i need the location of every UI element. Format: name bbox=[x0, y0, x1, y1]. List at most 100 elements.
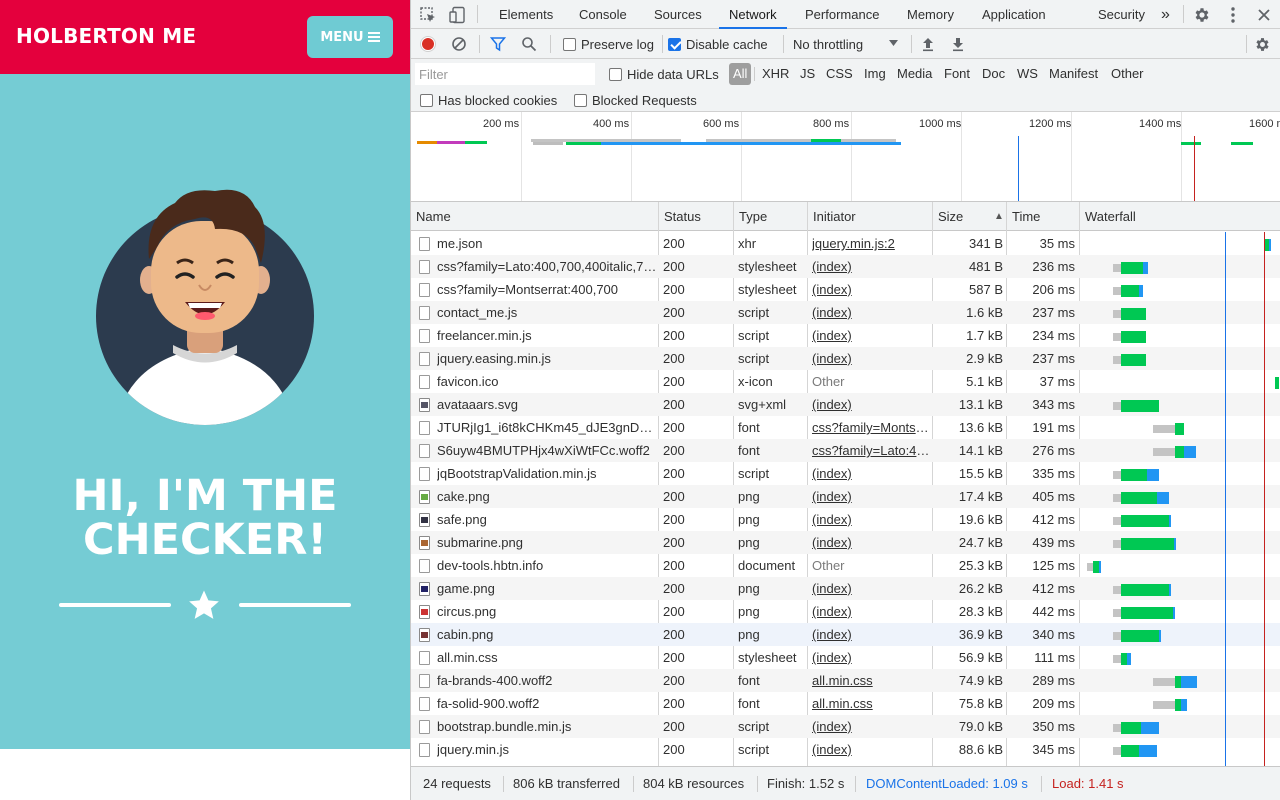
table-row[interactable]: safe.png 200 png (index) 19.6 kB 412 ms bbox=[411, 508, 1280, 531]
table-row[interactable]: avataaars.svg 200 svg+xml (index) 13.1 kB 343… bbox=[411, 393, 1280, 416]
filter-type-ws[interactable]: WS bbox=[1014, 63, 1041, 85]
import-har-button[interactable] bbox=[921, 34, 935, 54]
table-row[interactable]: me.json 200 xhr jquery.min.js:2 341 B 35 ms bbox=[411, 232, 1280, 255]
disable-cache-box[interactable] bbox=[668, 37, 681, 51]
request-initiator[interactable]: (index) bbox=[812, 485, 930, 508]
request-name[interactable]: css?family=Lato:400,700,400italic,700ita… bbox=[437, 255, 657, 278]
tab-security[interactable]: Security bbox=[1088, 0, 1155, 29]
request-name[interactable]: fa-brands-400.woff2 bbox=[437, 669, 657, 692]
filter-type-other[interactable]: Other bbox=[1108, 63, 1147, 85]
has-blocked-cookies-checkbox[interactable]: Has blocked cookies bbox=[420, 89, 557, 111]
request-initiator[interactable]: (index) bbox=[812, 531, 930, 554]
column-header-name[interactable]: Name bbox=[411, 202, 451, 231]
request-initiator[interactable]: (index) bbox=[812, 393, 930, 416]
table-row[interactable]: css?family=Montserrat:400,700 200 styleshe… bbox=[411, 278, 1280, 301]
request-name[interactable]: safe.png bbox=[437, 508, 657, 531]
device-toolbar-icon[interactable] bbox=[447, 4, 469, 26]
blocked-requests-box[interactable] bbox=[574, 93, 587, 107]
request-name[interactable]: all.min.css bbox=[437, 646, 657, 669]
filter-type-xhr[interactable]: XHR bbox=[759, 63, 792, 85]
settings-gear-icon[interactable] bbox=[1191, 4, 1213, 26]
network-settings-button[interactable] bbox=[1254, 34, 1271, 54]
request-initiator[interactable]: (index) bbox=[812, 600, 930, 623]
table-row[interactable]: dev-tools.hbtn.info 200 document Other 25.3 … bbox=[411, 554, 1280, 577]
blocked-requests-checkbox[interactable]: Blocked Requests bbox=[574, 89, 697, 111]
request-initiator[interactable]: (index) bbox=[812, 255, 930, 278]
request-name[interactable]: favicon.ico bbox=[437, 370, 657, 393]
request-name[interactable]: submarine.png bbox=[437, 531, 657, 554]
request-initiator[interactable]: all.min.css bbox=[812, 692, 930, 715]
request-initiator[interactable]: (index) bbox=[812, 508, 930, 531]
search-button[interactable] bbox=[521, 34, 537, 54]
request-name[interactable]: css?family=Montserrat:400,700 bbox=[437, 278, 657, 301]
table-row[interactable]: jquery.easing.min.js 200 script (index) 2.9 … bbox=[411, 347, 1280, 370]
hide-data-urls-checkbox[interactable]: Hide data URLs bbox=[609, 63, 719, 85]
filter-type-manifest[interactable]: Manifest bbox=[1046, 63, 1101, 85]
request-initiator[interactable]: (index) bbox=[812, 324, 930, 347]
column-header-type[interactable]: Type bbox=[734, 202, 767, 231]
request-name[interactable]: jquery.min.js bbox=[437, 738, 657, 761]
inspect-element-icon[interactable] bbox=[417, 4, 439, 26]
request-name[interactable]: cabin.png bbox=[437, 623, 657, 646]
close-devtools-icon[interactable] bbox=[1253, 4, 1275, 26]
column-header-size[interactable]: Size bbox=[933, 202, 963, 231]
column-header-initiator[interactable]: Initiator bbox=[808, 202, 856, 231]
tab-console[interactable]: Console bbox=[569, 0, 637, 29]
network-overview-timeline[interactable]: 200 ms 400 ms 600 ms 800 ms 1000 ms 1200… bbox=[411, 112, 1280, 202]
table-row[interactable]: S6uyw4BMUTPHjx4wXiWtFCc.woff2 200 font css?… bbox=[411, 439, 1280, 462]
filter-type-img[interactable]: Img bbox=[861, 63, 889, 85]
filter-toggle-button[interactable] bbox=[490, 34, 506, 54]
request-initiator[interactable]: (index) bbox=[812, 715, 930, 738]
request-name[interactable]: fa-solid-900.woff2 bbox=[437, 692, 657, 715]
tab-performance[interactable]: Performance bbox=[795, 0, 889, 29]
table-row[interactable]: submarine.png 200 png (index) 24.7 kB 439 ms bbox=[411, 531, 1280, 554]
column-header-waterfall[interactable]: Waterfall bbox=[1080, 202, 1136, 231]
table-row[interactable]: freelancer.min.js 200 script (index) 1.7 kB 2… bbox=[411, 324, 1280, 347]
filter-type-js[interactable]: JS bbox=[797, 63, 818, 85]
table-row[interactable]: bootstrap.bundle.min.js 200 script (index) 7… bbox=[411, 715, 1280, 738]
filter-type-doc[interactable]: Doc bbox=[979, 63, 1008, 85]
request-name[interactable]: circus.png bbox=[437, 600, 657, 623]
tab-elements[interactable]: Elements bbox=[489, 0, 563, 29]
preserve-log-box[interactable] bbox=[563, 37, 576, 51]
table-row[interactable]: jquery.min.js 200 script (index) 88.6 kB 345 … bbox=[411, 738, 1280, 761]
table-row[interactable]: game.png 200 png (index) 26.2 kB 412 ms bbox=[411, 577, 1280, 600]
table-row[interactable]: fa-solid-900.woff2 200 font all.min.css 75.8… bbox=[411, 692, 1280, 715]
request-name[interactable]: jquery.easing.min.js bbox=[437, 347, 657, 370]
request-name[interactable]: JTURjIg1_i6t8kCHKm45_dJE3gnD_vx3rCs.woff… bbox=[437, 416, 657, 439]
filter-type-all[interactable]: All bbox=[729, 63, 752, 85]
menu-button[interactable]: MENU bbox=[307, 16, 393, 58]
request-initiator[interactable]: (index) bbox=[812, 738, 930, 761]
tab-memory[interactable]: Memory bbox=[897, 0, 964, 29]
request-name[interactable]: me.json bbox=[437, 232, 657, 255]
tab-sources[interactable]: Sources bbox=[644, 0, 712, 29]
table-row[interactable]: jqBootstrapValidation.min.js 200 script (in… bbox=[411, 462, 1280, 485]
request-name[interactable]: dev-tools.hbtn.info bbox=[437, 554, 657, 577]
request-name[interactable]: contact_me.js bbox=[437, 301, 657, 324]
has-blocked-cookies-box[interactable] bbox=[420, 93, 433, 107]
request-initiator[interactable]: (index) bbox=[812, 646, 930, 669]
clear-button[interactable] bbox=[451, 34, 467, 54]
export-har-button[interactable] bbox=[951, 34, 965, 54]
column-header-status[interactable]: Status bbox=[659, 202, 701, 231]
tab-application[interactable]: Application bbox=[972, 0, 1056, 29]
table-row[interactable]: favicon.ico 200 x-icon Other 5.1 kB 37 ms bbox=[411, 370, 1280, 393]
request-initiator[interactable]: (index) bbox=[812, 347, 930, 370]
record-button[interactable] bbox=[419, 34, 437, 54]
table-row[interactable]: circus.png 200 png (index) 28.3 kB 442 ms bbox=[411, 600, 1280, 623]
filter-type-font[interactable]: Font bbox=[941, 63, 973, 85]
table-row[interactable]: JTURjIg1_i6t8kCHKm45_dJE3gnD_vx3rCs.woff… bbox=[411, 416, 1280, 439]
request-initiator[interactable]: (index) bbox=[812, 623, 930, 646]
site-brand[interactable]: HOLBERTON ME bbox=[16, 24, 196, 48]
filter-input[interactable] bbox=[415, 63, 595, 85]
table-row[interactable]: cabin.png 200 png (index) 36.9 kB 340 ms bbox=[411, 623, 1280, 646]
request-name[interactable]: freelancer.min.js bbox=[437, 324, 657, 347]
table-row[interactable]: cake.png 200 png (index) 17.4 kB 405 ms bbox=[411, 485, 1280, 508]
hide-data-urls-box[interactable] bbox=[609, 67, 622, 81]
request-name[interactable]: S6uyw4BMUTPHjx4wXiWtFCc.woff2 bbox=[437, 439, 657, 462]
request-initiator[interactable]: (index) bbox=[812, 577, 930, 600]
tab-network[interactable]: Network bbox=[719, 0, 787, 29]
filter-type-media[interactable]: Media bbox=[894, 63, 935, 85]
table-row[interactable]: contact_me.js 200 script (index) 1.6 kB 237 m… bbox=[411, 301, 1280, 324]
request-name[interactable]: jqBootstrapValidation.min.js bbox=[437, 462, 657, 485]
